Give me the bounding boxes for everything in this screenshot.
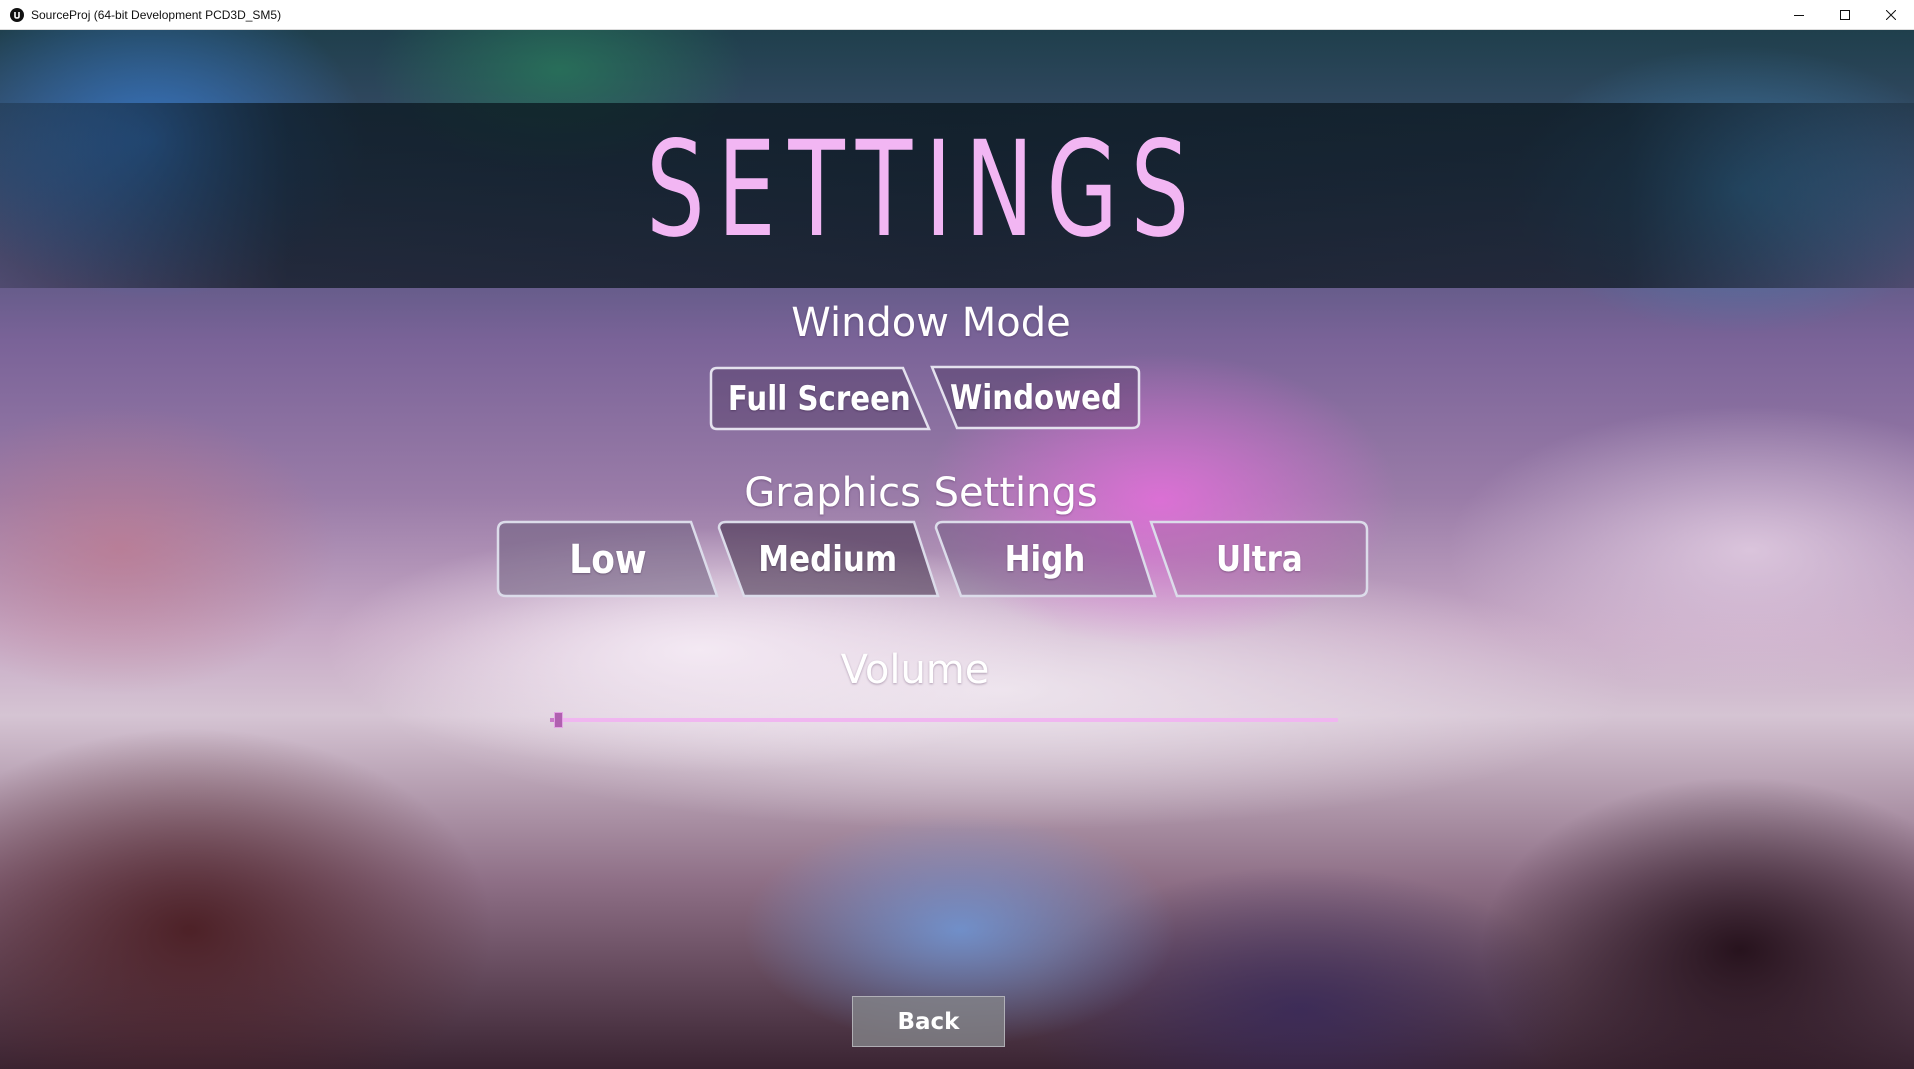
graphics-medium-label: Medium: [758, 539, 898, 580]
game-viewport: SETTINGS Window Mode Full Screen Windowe…: [0, 30, 1914, 1069]
graphics-settings-heading: Graphics Settings: [744, 470, 1098, 516]
windowed-label: Windowed: [950, 378, 1122, 418]
window-title: SourceProj (64-bit Development PCD3D_SM5…: [31, 7, 282, 22]
back-button[interactable]: Back: [852, 996, 1005, 1047]
graphics-high-button[interactable]: High: [933, 520, 1157, 599]
maximize-icon: [1840, 10, 1850, 20]
minimize-button[interactable]: [1776, 0, 1822, 30]
page-title: SETTINGS: [646, 113, 1202, 267]
game-window: SourceProj (64-bit Development PCD3D_SM5…: [0, 0, 1914, 1069]
volume-slider-track[interactable]: [550, 718, 1338, 722]
window-controls: [1776, 0, 1914, 30]
graphics-low-button[interactable]: Low: [495, 520, 720, 599]
close-button[interactable]: [1868, 0, 1914, 30]
title-bar[interactable]: SourceProj (64-bit Development PCD3D_SM5…: [0, 0, 1914, 30]
windowed-button[interactable]: Windowed: [930, 365, 1142, 431]
back-label: Back: [897, 1008, 960, 1035]
close-icon: [1886, 10, 1896, 20]
graphics-medium-button[interactable]: Medium: [716, 520, 940, 599]
window-mode-heading: Window Mode: [791, 300, 1071, 346]
graphics-ultra-button[interactable]: Ultra: [1148, 520, 1370, 599]
graphics-ultra-label: Ultra: [1215, 539, 1303, 580]
volume-slider-handle[interactable]: [553, 712, 563, 728]
volume-slider[interactable]: [550, 712, 1338, 728]
minimize-icon: [1794, 15, 1804, 16]
full-screen-label: Full Screen: [728, 379, 911, 419]
graphics-high-label: High: [1004, 539, 1086, 580]
full-screen-button[interactable]: Full Screen: [707, 366, 932, 432]
maximize-button[interactable]: [1822, 0, 1868, 30]
unreal-engine-icon: [10, 7, 24, 22]
graphics-low-label: Low: [568, 536, 647, 583]
volume-heading: Volume: [840, 647, 990, 693]
